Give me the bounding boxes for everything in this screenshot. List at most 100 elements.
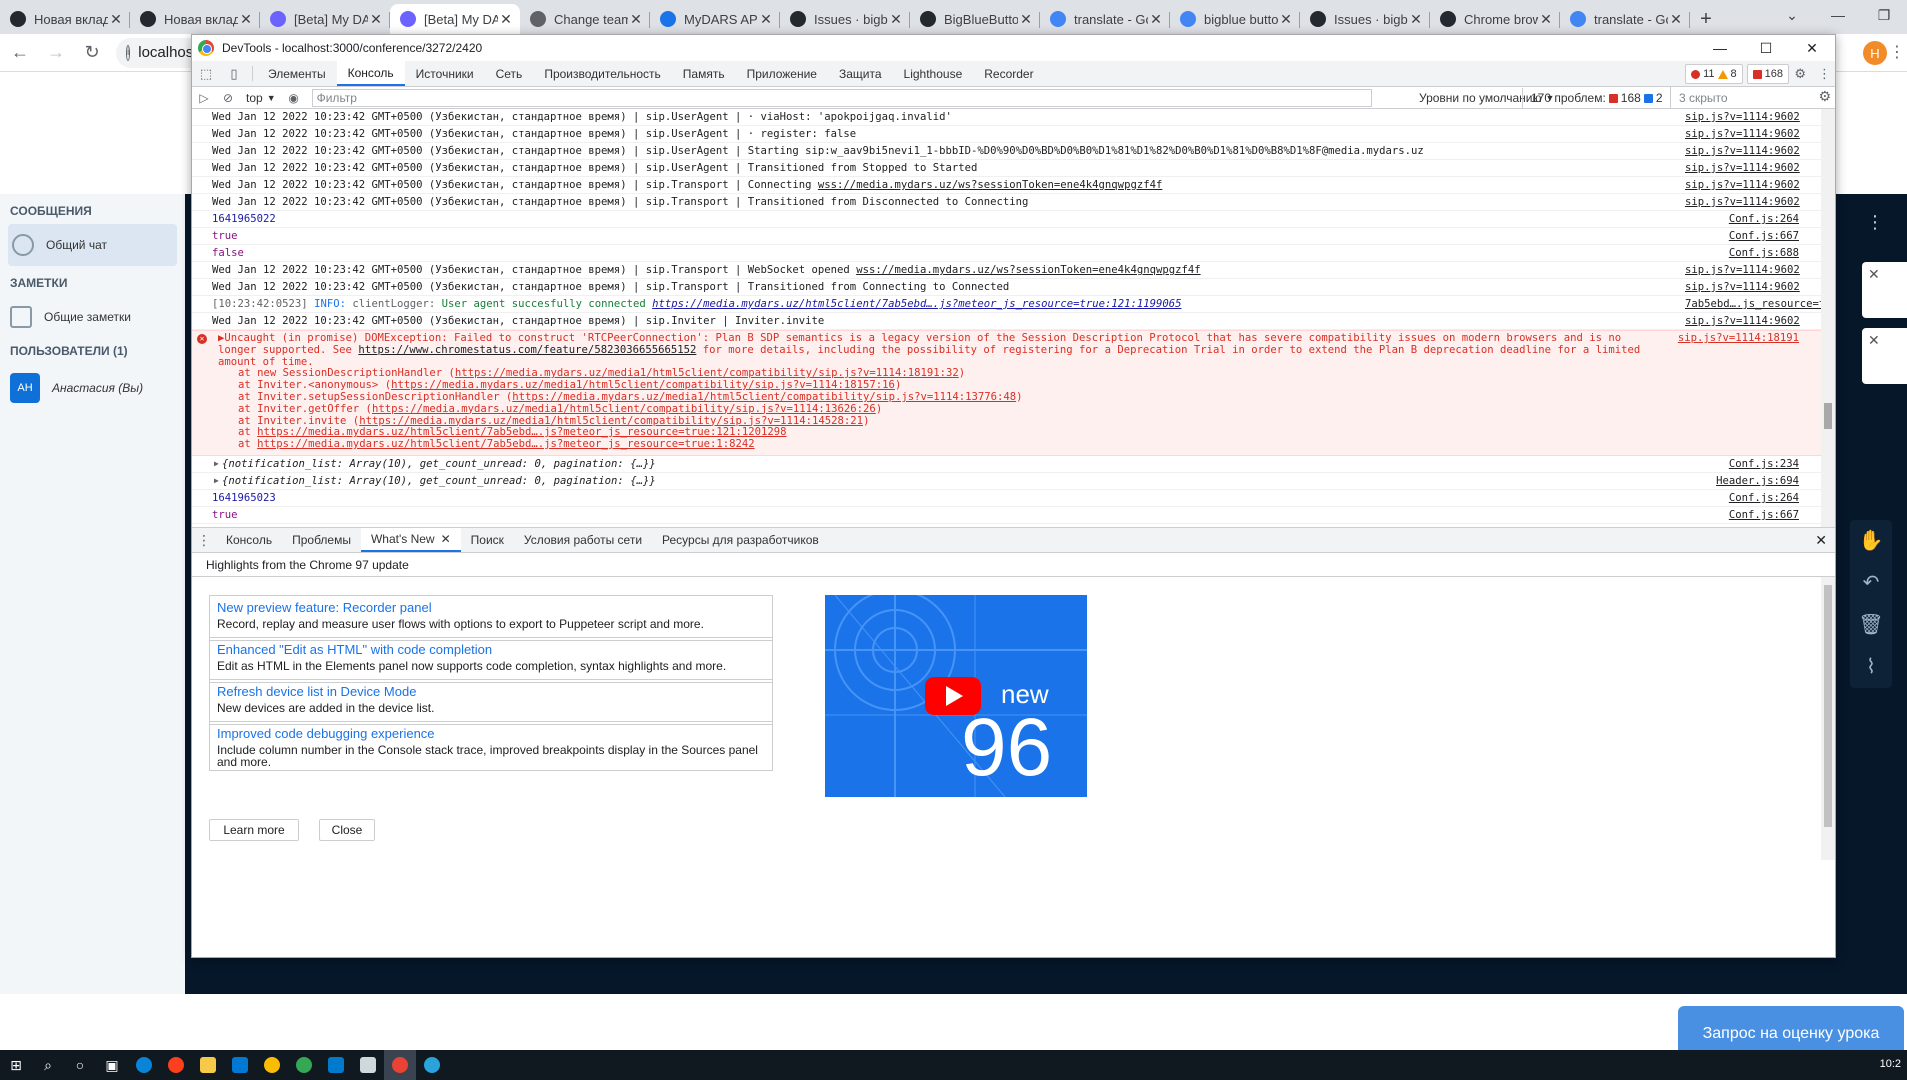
close-window-icon[interactable]: ✕ xyxy=(1789,35,1835,61)
whats-new-scrollbar[interactable] xyxy=(1821,577,1835,860)
problems-counter[interactable]: 170 проблем: 168 2 xyxy=(1522,88,1663,108)
console-source-link[interactable]: 7ab5ebd….js_resource=true:9 xyxy=(1685,298,1835,312)
console-link[interactable]: wss://media.mydars.uz/ws?sessionToken=en… xyxy=(818,179,1162,191)
browser-tab[interactable]: bigblue button ✕ xyxy=(1170,4,1300,34)
issues-counter[interactable]: 168 xyxy=(1746,64,1789,84)
yandex-icon[interactable] xyxy=(160,1050,192,1080)
close-tab-icon[interactable]: ✕ xyxy=(368,11,384,28)
whats-new-scroll-thumb[interactable] xyxy=(1824,585,1832,827)
browser-tab[interactable]: Новая вкладка✕ xyxy=(0,4,130,34)
whats-new-card-title[interactable]: Enhanced "Edit as HTML" with code comple… xyxy=(217,642,765,657)
close-notification-icon[interactable]: ✕ xyxy=(1868,266,1880,283)
drawer-tab[interactable]: Консоль xyxy=(216,528,282,552)
telegram-icon[interactable] xyxy=(416,1050,448,1080)
console-scrollbar[interactable] xyxy=(1821,109,1835,527)
stack-frame-link[interactable]: https://media.mydars.uz/media1/html5clie… xyxy=(359,415,863,427)
console-source-link[interactable]: Conf.js:688 xyxy=(1685,247,1835,261)
devtools-tab[interactable]: Память xyxy=(672,61,736,86)
close-tab-icon[interactable]: ✕ xyxy=(1278,11,1294,28)
console-source-link[interactable]: sip.js?v=1114:9602 xyxy=(1685,128,1835,142)
search-icon[interactable]: ⌕ xyxy=(32,1050,64,1080)
mail-icon[interactable] xyxy=(224,1050,256,1080)
devtools-tab[interactable]: Консоль xyxy=(336,61,405,86)
minimize-icon[interactable]: — xyxy=(1815,0,1861,30)
console-source-link[interactable]: sip.js?v=1114:9602 xyxy=(1685,145,1835,159)
browser-tab[interactable]: Chrome browser✕ xyxy=(1430,4,1560,34)
profile-avatar[interactable]: H xyxy=(1863,41,1887,65)
drawer-tab[interactable]: Проблемы xyxy=(282,528,361,552)
console-source-link[interactable]: Conf.js:234 xyxy=(1685,458,1835,472)
console-source-link[interactable]: sip.js?v=1114:18191 xyxy=(1671,332,1799,345)
cortana-icon[interactable]: ○ xyxy=(64,1050,96,1080)
devtools-tab[interactable]: Сеть xyxy=(485,61,534,86)
console-link[interactable]: wss://media.mydars.uz/ws?sessionToken=en… xyxy=(856,264,1200,276)
browser-tab[interactable]: translate - Google✕ xyxy=(1560,4,1690,34)
console-source-link[interactable]: sip.js?v=1114:9602 xyxy=(1685,162,1835,176)
errors-warnings-counter[interactable]: 11 8 xyxy=(1685,64,1743,84)
notes-app-icon[interactable] xyxy=(352,1050,384,1080)
close-tab-icon[interactable]: ✕ xyxy=(1668,11,1684,28)
browser-tab[interactable]: Новая вкладка✕ xyxy=(130,4,260,34)
close-tab-icon[interactable]: ✕ xyxy=(498,11,514,28)
whats-new-card-title[interactable]: Refresh device list in Device Mode xyxy=(217,684,765,699)
restore-icon[interactable]: ❐ xyxy=(1861,0,1907,30)
whats-new-video-thumbnail[interactable]: new 96 xyxy=(825,595,1087,797)
drawer-tab[interactable]: What's New ✕ xyxy=(360,528,461,552)
console-source-link[interactable]: Conf.js:667 xyxy=(1685,509,1835,523)
hand-icon[interactable]: ✋ xyxy=(1850,520,1892,562)
console-scroll-thumb[interactable] xyxy=(1824,403,1832,429)
stack-frame-link[interactable]: https://media.mydars.uz/html5client/7ab5… xyxy=(257,438,754,450)
trash-icon[interactable]: 🗑 xyxy=(1850,604,1892,646)
browser-tab[interactable]: translate - Google✕ xyxy=(1040,4,1170,34)
drawer-menu-icon[interactable]: ⋮ xyxy=(192,528,216,552)
browser-tab[interactable]: Issues · bigbluebutton✕ xyxy=(780,4,910,34)
learn-more-button[interactable]: Learn more xyxy=(209,819,299,841)
tab-search-icon[interactable]: ⌄ xyxy=(1769,0,1815,30)
devtools-tab[interactable]: Источники xyxy=(405,61,485,86)
live-expression-eye-icon[interactable]: ◉ xyxy=(282,91,306,105)
reload-icon[interactable]: ↻ xyxy=(76,37,108,69)
devtools-menu-icon[interactable]: ⋮ xyxy=(1818,66,1831,82)
close-drawer-icon[interactable]: ✕ xyxy=(1815,532,1827,549)
close-tab-icon[interactable]: ✕ xyxy=(1148,11,1164,28)
console-source-link[interactable]: sip.js?v=1114:9602 xyxy=(1685,264,1835,278)
new-tab-button[interactable]: + xyxy=(1690,4,1722,34)
close-tab-icon[interactable]: ✕ xyxy=(441,532,451,546)
whats-new-card-title[interactable]: New preview feature: Recorder panel xyxy=(217,600,765,615)
whats-new-card[interactable]: Enhanced "Edit as HTML" with code comple… xyxy=(209,637,773,683)
close-tab-icon[interactable]: ✕ xyxy=(1408,11,1424,28)
minimize-icon[interactable]: — xyxy=(1697,35,1743,61)
chrome-active-icon[interactable] xyxy=(384,1050,416,1080)
console-source-link[interactable]: Conf.js:264 xyxy=(1685,213,1835,227)
devtools-tab[interactable]: Lighthouse xyxy=(893,61,974,86)
site-info-icon[interactable]: i xyxy=(126,44,131,61)
sidebar-toggle-icon[interactable]: ▷ xyxy=(192,91,216,105)
console-source-link[interactable]: Conf.js:667 xyxy=(1685,230,1835,244)
browser-menu-icon[interactable]: ⋮ xyxy=(1889,41,1905,65)
context-selector[interactable]: top ▼ xyxy=(240,91,282,105)
close-tab-icon[interactable]: ✕ xyxy=(1538,11,1554,28)
user-item[interactable]: АН Анастасия (Вы) xyxy=(0,364,185,412)
public-chat-item[interactable]: Общий чат xyxy=(8,224,177,266)
stack-frame-link[interactable]: https://media.mydars.uz/media1/html5clie… xyxy=(455,367,959,379)
console-source-link[interactable]: sip.js?v=1114:9602 xyxy=(1685,111,1835,125)
chart-icon[interactable]: ⌇ xyxy=(1850,646,1892,688)
shared-notes-item[interactable]: Общие заметки xyxy=(0,296,185,338)
device-toolbar-icon[interactable]: ▯ xyxy=(220,61,248,86)
close-tab-icon[interactable]: ✕ xyxy=(108,11,124,28)
close-whats-new-button[interactable]: Close xyxy=(319,819,375,841)
edge-icon[interactable] xyxy=(128,1050,160,1080)
devtools-tab[interactable]: Приложение xyxy=(736,61,828,86)
drawer-tab[interactable]: Ресурсы для разработчиков xyxy=(652,528,829,552)
console-link[interactable]: https://media.mydars.uz/html5client/7ab5… xyxy=(652,298,1181,310)
clear-console-icon[interactable]: ⊘ xyxy=(216,91,240,105)
console-settings-icon[interactable]: ⚙ xyxy=(1818,88,1831,105)
app-more-icon[interactable]: ⋮ xyxy=(1866,212,1884,233)
close-tab-icon[interactable]: ✕ xyxy=(888,11,904,28)
explorer-icon[interactable] xyxy=(192,1050,224,1080)
close-tab-icon[interactable]: ✕ xyxy=(1018,11,1034,28)
whats-new-card-title[interactable]: Improved code debugging experience xyxy=(217,726,765,741)
close-tab-icon[interactable]: ✕ xyxy=(758,11,774,28)
expand-caret-icon[interactable]: ▶ xyxy=(218,332,224,344)
undo-icon[interactable]: ↶ xyxy=(1850,562,1892,604)
